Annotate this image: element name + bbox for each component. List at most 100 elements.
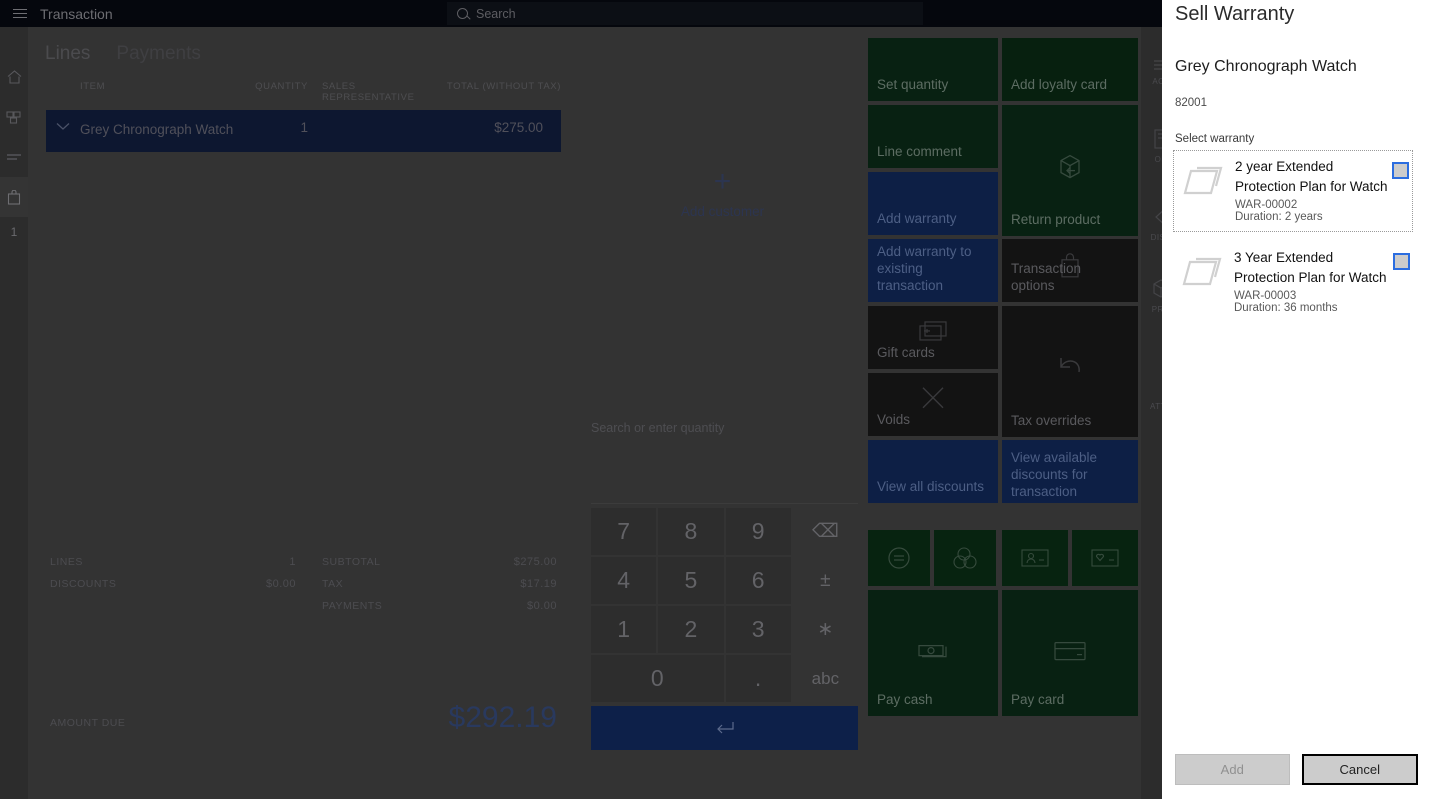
tile-label: Tax overrides: [1011, 413, 1092, 428]
warranty-code: WAR-00003: [1234, 290, 1297, 302]
dialog-product-name: Grey Chronograph Watch: [1175, 58, 1357, 75]
tile-view-available-discounts[interactable]: View available discounts for transaction: [1002, 440, 1138, 503]
warranty-checkbox[interactable]: [1393, 253, 1410, 270]
key-6[interactable]: 6: [725, 557, 791, 604]
page-title: Transaction: [40, 5, 113, 22]
key-decimal[interactable]: .: [725, 655, 791, 702]
loyalty-card-icon: [1072, 547, 1138, 569]
tile-label: Add warranty to existing transaction: [877, 244, 972, 293]
key-0[interactable]: 0: [591, 655, 724, 702]
tile-pay-cash[interactable]: Pay cash: [868, 590, 998, 716]
column-header-quantity: QUANTITY: [255, 81, 308, 92]
key-5[interactable]: 5: [658, 557, 724, 604]
tile-price-check[interactable]: [868, 530, 930, 586]
select-warranty-label: Select warranty: [1175, 133, 1255, 145]
tile-customer-card[interactable]: [1002, 530, 1068, 586]
tile-add-warranty-existing[interactable]: Add warranty to existing transaction: [868, 239, 998, 302]
pos-app: Transaction Search 1 Lines Payments ITEM…: [0, 0, 1431, 799]
tile-view-all-discounts[interactable]: View all discounts: [868, 440, 998, 503]
totals-value-payments: $0.00: [526, 600, 557, 612]
key-8[interactable]: 8: [658, 508, 724, 555]
totals-label-lines: LINES: [50, 556, 83, 568]
totals-row-lines: LINES 1: [50, 551, 296, 573]
chevron-down-icon[interactable]: [46, 120, 80, 134]
sidebar-item-home[interactable]: [0, 57, 28, 97]
enter-arrow-icon[interactable]: [591, 706, 858, 750]
tile-add-loyalty-card[interactable]: Add loyalty card: [1002, 38, 1138, 101]
totals-row-discounts: DISCOUNTS $0.00: [50, 573, 296, 595]
keypad-divider: [591, 503, 858, 504]
tile-label: View available discounts for transaction: [1011, 450, 1098, 499]
key-1[interactable]: 1: [591, 606, 657, 653]
tile-coins[interactable]: [934, 530, 996, 586]
add-customer-label: Add customer: [680, 204, 765, 219]
column-header-total: TOTAL (WITHOUT TAX): [446, 81, 561, 92]
table-row[interactable]: Grey Chronograph Watch 1 $275.00: [46, 110, 561, 152]
tile-set-quantity[interactable]: Set quantity: [868, 38, 998, 101]
cart-count: 1: [10, 225, 18, 239]
key-2[interactable]: 2: [658, 606, 724, 653]
plus-icon: +: [713, 165, 732, 198]
tile-return-product[interactable]: Return product: [1002, 105, 1138, 236]
key-3[interactable]: 3: [725, 606, 791, 653]
tile-label: Add loyalty card: [1011, 77, 1108, 92]
plus-minus-icon[interactable]: ±: [792, 557, 858, 604]
credit-card-icon: [1002, 639, 1138, 663]
sell-warranty-dialog: Sell Warranty Grey Chronograph Watch 820…: [1162, 0, 1431, 799]
backspace-icon[interactable]: ⌫: [792, 508, 858, 555]
warranty-code: WAR-00002: [1235, 199, 1298, 211]
lines-column-headers: ITEM QUANTITY SALES REPRESENTATIVE TOTAL…: [28, 81, 579, 103]
keypad-input-placeholder[interactable]: Search or enter quantity: [591, 421, 724, 435]
return-product-icon: [1002, 150, 1138, 184]
tile-loyalty-card[interactable]: [1072, 530, 1138, 586]
customer-keypad-panel: + Add customer Search or enter quantity …: [580, 27, 865, 799]
tile-gift-cards[interactable]: Gift cards: [868, 306, 998, 369]
dialog-product-id: 82001: [1175, 97, 1207, 109]
row-quantity: 1: [300, 120, 308, 135]
search-placeholder: Search: [476, 6, 516, 21]
tab-payments[interactable]: Payments: [116, 43, 200, 65]
image-placeholder-icon: [1176, 248, 1234, 297]
list-item[interactable]: 2 year Extended Protection Plan for Watc…: [1173, 150, 1413, 232]
tile-label: Transaction options: [1011, 261, 1082, 293]
undo-arrow-icon: [1002, 354, 1138, 384]
coins-icon: [934, 545, 996, 571]
key-4[interactable]: 4: [591, 557, 657, 604]
sidebar-item-products[interactable]: [0, 97, 28, 137]
add-customer-button[interactable]: + Add customer: [580, 165, 865, 220]
tile-label: Pay cash: [877, 692, 933, 707]
warranty-text: 2 year Extended Protection Plan for Watc…: [1235, 157, 1392, 223]
search-icon: [457, 8, 468, 19]
tile-tax-overrides[interactable]: Tax overrides: [1002, 306, 1138, 437]
tile-add-warranty[interactable]: Add warranty: [868, 172, 998, 235]
tile-voids[interactable]: Voids: [868, 373, 998, 436]
tile-line-comment[interactable]: Line comment: [868, 105, 998, 168]
tile-transaction-options[interactable]: Transaction options: [1002, 239, 1138, 302]
tile-label: Set quantity: [877, 77, 949, 92]
totals-label-subtotal: SUBTOTAL: [322, 556, 381, 568]
add-button[interactable]: Add: [1175, 754, 1290, 785]
warranty-checkbox[interactable]: [1392, 162, 1409, 179]
key-9[interactable]: 9: [725, 508, 791, 555]
tile-pay-card[interactable]: Pay card: [1002, 590, 1138, 716]
amount-due-label: AMOUNT DUE: [50, 717, 126, 729]
warranty-text: 3 Year Extended Protection Plan for Watc…: [1234, 248, 1393, 314]
warranty-name: 2 year Extended Protection Plan for Watc…: [1235, 159, 1388, 194]
totals-row-payments: PAYMENTS $0.00: [296, 595, 557, 617]
key-abc[interactable]: abc: [792, 655, 858, 702]
totals-label-discounts: DISCOUNTS: [50, 578, 117, 590]
action-tiles-panel: Set quantity Add loyalty card Line comme…: [866, 27, 1141, 799]
gift-card-icon: [868, 319, 998, 341]
cash-icon: [868, 639, 998, 663]
transaction-tabs: Lines Payments: [28, 27, 579, 65]
search-input[interactable]: Search: [447, 2, 923, 25]
numeric-keypad: 7 8 9 ⌫ 4 5 6 ± 1 2 3 ∗ 0 . abc: [591, 508, 858, 750]
sidebar-item-lines[interactable]: [0, 137, 28, 177]
cancel-button[interactable]: Cancel: [1301, 754, 1418, 785]
sidebar-item-cart[interactable]: [0, 177, 28, 217]
asterisk-icon[interactable]: ∗: [792, 606, 858, 653]
key-7[interactable]: 7: [591, 508, 657, 555]
list-item[interactable]: 3 Year Extended Protection Plan for Watc…: [1173, 242, 1413, 322]
tab-lines[interactable]: Lines: [45, 43, 90, 65]
hamburger-icon[interactable]: [0, 0, 40, 27]
